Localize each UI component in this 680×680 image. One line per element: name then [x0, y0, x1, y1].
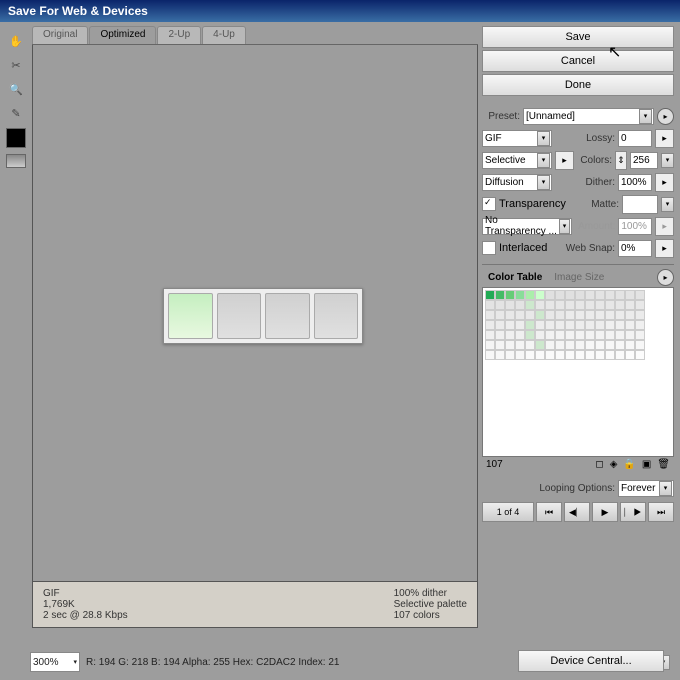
- preview-frame: [217, 293, 262, 339]
- tab-optimized[interactable]: Optimized: [89, 26, 156, 44]
- slice-tool-icon[interactable]: ✂: [7, 56, 25, 74]
- ct-shift-icon[interactable]: ◈: [610, 459, 618, 470]
- ct-lock-icon[interactable]: 🔒: [623, 459, 635, 470]
- info-format: GIF: [43, 588, 128, 599]
- preview-frame: [314, 293, 359, 339]
- tab-4up[interactable]: 4-Up: [202, 26, 246, 44]
- preview-frame: [168, 293, 213, 339]
- tab-image-size[interactable]: Image Size: [548, 270, 610, 285]
- matte-label: Matte:: [591, 199, 619, 210]
- play-button[interactable]: ▶: [592, 502, 618, 522]
- animation-preview: [163, 288, 363, 344]
- tab-original[interactable]: Original: [32, 26, 88, 44]
- tab-color-table[interactable]: Color Table: [482, 270, 548, 285]
- matte-dropdown-icon[interactable]: ▾: [661, 197, 674, 212]
- device-central-button[interactable]: Device Central...: [518, 650, 664, 672]
- preview-frame: [265, 293, 310, 339]
- ct-new-icon[interactable]: ▣: [642, 459, 651, 470]
- websnap-label: Web Snap:: [566, 243, 615, 254]
- dither-method-select[interactable]: Diffusion▾: [482, 174, 552, 191]
- interlaced-label: Interlaced: [499, 242, 547, 254]
- color-table[interactable]: [482, 287, 674, 457]
- zoom-select[interactable]: 300%▾: [30, 652, 80, 672]
- hand-tool-icon[interactable]: ✋: [7, 32, 25, 50]
- info-time: 2 sec @ 28.8 Kbps: [43, 610, 128, 621]
- foreground-color-swatch[interactable]: [6, 128, 26, 148]
- colors-dropdown-icon[interactable]: ▾: [661, 153, 674, 168]
- preset-label: Preset:: [482, 111, 520, 122]
- zoom-tool-icon[interactable]: 🔍: [7, 80, 25, 98]
- next-frame-button[interactable]: ⎸▶: [620, 502, 646, 522]
- pixel-info: R: 194 G: 218 B: 194 Alpha: 255 Hex: C2D…: [86, 657, 340, 668]
- colors-stepper-icon[interactable]: ⇕: [615, 151, 627, 170]
- colortable-menu-icon[interactable]: ▸: [657, 269, 674, 286]
- eyedropper-tool-icon[interactable]: ✎: [7, 104, 25, 122]
- websnap-stepper-icon[interactable]: ▸: [655, 239, 674, 258]
- amount-stepper-icon: ▸: [655, 217, 674, 236]
- interlaced-checkbox[interactable]: [482, 241, 496, 255]
- transparency-label: Transparency: [499, 198, 566, 210]
- lossy-label: Lossy:: [586, 133, 615, 144]
- looping-select[interactable]: Forever▾: [618, 480, 674, 497]
- toggle-slices-icon[interactable]: [6, 154, 26, 168]
- colors-input[interactable]: [630, 152, 658, 169]
- info-palette: Selective palette: [394, 599, 467, 610]
- save-button[interactable]: Save: [482, 26, 674, 48]
- reduction-options-icon[interactable]: ▸: [555, 151, 574, 170]
- last-frame-button[interactable]: ⏭: [648, 502, 674, 522]
- lossy-stepper-icon[interactable]: ▸: [655, 129, 674, 148]
- window-title: Save For Web & Devices: [0, 0, 680, 22]
- dither-input[interactable]: [618, 174, 652, 191]
- format-select[interactable]: GIF▾: [482, 130, 552, 147]
- colors-label: Colors:: [580, 155, 612, 166]
- preset-menu-icon[interactable]: ▸: [657, 108, 674, 125]
- looping-label: Looping Options:: [539, 483, 615, 494]
- transparency-dither-select[interactable]: No Transparency ...▾: [482, 218, 572, 235]
- websnap-input[interactable]: [618, 240, 652, 257]
- color-count: 107: [486, 459, 503, 470]
- amount-input: [618, 218, 652, 235]
- preset-select[interactable]: [Unnamed]▾: [523, 108, 654, 125]
- first-frame-button[interactable]: ⏮: [536, 502, 562, 522]
- frame-indicator: 1 of 4: [482, 502, 534, 522]
- tab-2up[interactable]: 2-Up: [157, 26, 201, 44]
- lossy-input[interactable]: [618, 130, 652, 147]
- cancel-button[interactable]: Cancel: [482, 50, 674, 72]
- prev-frame-button[interactable]: ◀⎸: [564, 502, 590, 522]
- color-reduction-select[interactable]: Selective▾: [482, 152, 552, 169]
- preview-canvas: [32, 45, 478, 582]
- dither-stepper-icon[interactable]: ▸: [655, 173, 674, 192]
- info-size: 1,769K: [43, 599, 128, 610]
- info-colors: 107 colors: [394, 610, 467, 621]
- dither-label: Dither:: [586, 177, 615, 188]
- transparency-checkbox[interactable]: [482, 197, 496, 211]
- ct-delete-icon[interactable]: 🗑: [657, 459, 670, 470]
- amount-label: Amount:: [578, 221, 615, 232]
- ct-select-icon[interactable]: ◻: [595, 459, 603, 470]
- done-button[interactable]: Done: [482, 74, 674, 96]
- info-dither: 100% dither: [394, 588, 467, 599]
- matte-swatch[interactable]: [622, 195, 658, 214]
